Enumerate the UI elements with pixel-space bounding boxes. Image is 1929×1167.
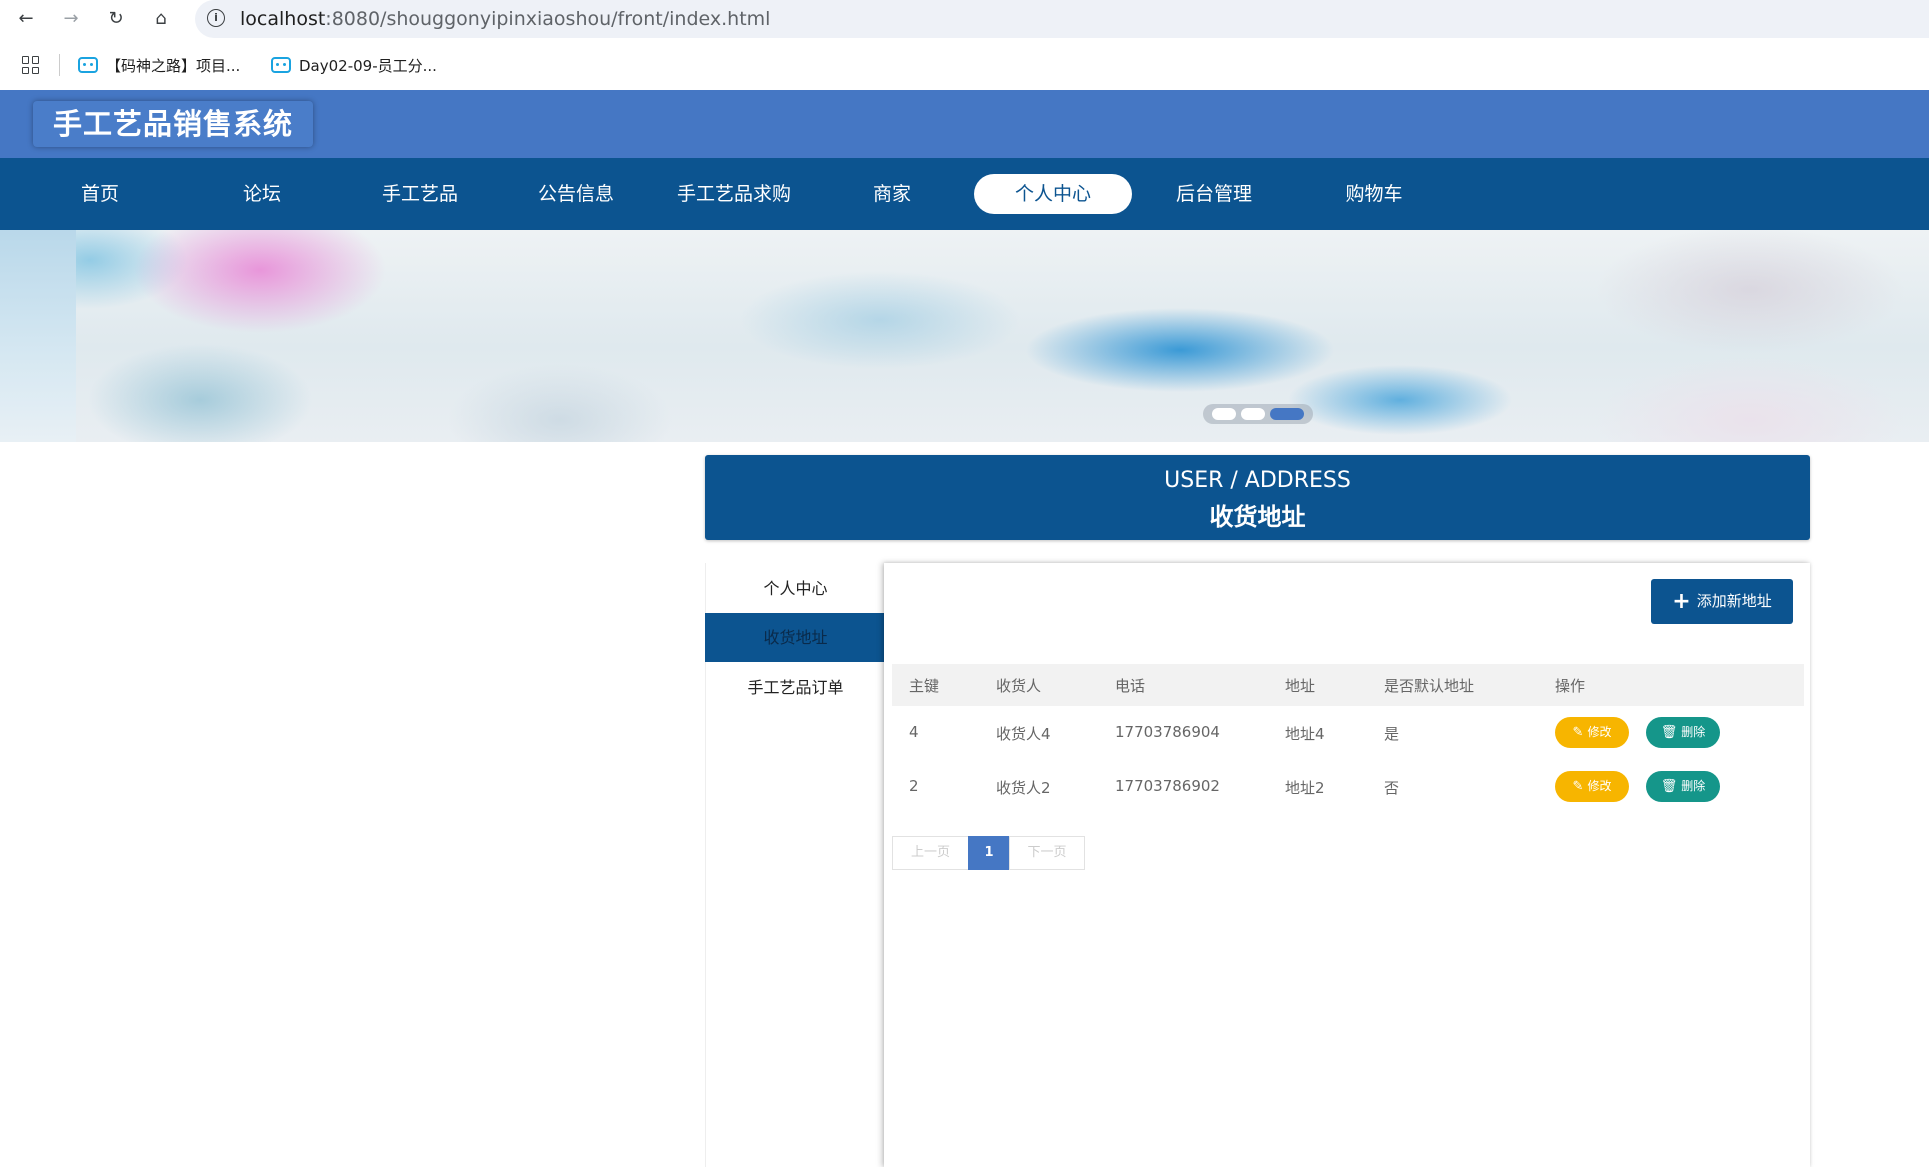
section-title-en: USER / ADDRESS (1164, 468, 1351, 493)
column-header-phone: 电话 (1115, 677, 1146, 695)
nav-admin[interactable]: 后台管理 (1164, 174, 1264, 214)
section-title-zh: 收货地址 (1209, 503, 1306, 531)
bilibili-icon (271, 57, 291, 73)
cell-recipient: 收货人2 (996, 779, 1051, 797)
cell-recipient: 收货人4 (996, 725, 1051, 743)
nav-notices[interactable]: 公告信息 (526, 174, 626, 214)
carousel-dot-active[interactable] (1270, 408, 1304, 420)
delete-label: 删除 (1681, 725, 1706, 739)
column-header-id: 主键 (909, 677, 940, 695)
sidebar-item-address[interactable]: 收货地址 (705, 613, 886, 662)
forward-icon[interactable]: → (59, 7, 83, 31)
cell-phone: 17703786904 (1115, 723, 1220, 741)
site-logo[interactable]: 手工艺品销售系统 (33, 101, 313, 147)
cell-id: 4 (909, 723, 919, 741)
plus-icon: + (1672, 589, 1691, 614)
edit-label: 修改 (1587, 779, 1612, 793)
banner-edge (0, 230, 76, 442)
edit-button[interactable]: ✎ 修改 (1555, 717, 1629, 748)
site-info-icon[interactable]: i (207, 9, 225, 27)
bookmark-label: Day02-09-员工分... (299, 56, 437, 75)
cell-address: 地址4 (1285, 725, 1325, 743)
delete-button[interactable]: 🗑 删除 (1646, 771, 1720, 802)
cell-address: 地址2 (1285, 779, 1325, 797)
trash-icon: 🗑 (1660, 779, 1678, 794)
back-icon[interactable]: ← (14, 7, 38, 31)
bookmark-item[interactable]: 【码神之路】项目... (78, 54, 240, 76)
cell-id: 2 (909, 777, 919, 795)
edit-button[interactable]: ✎ 修改 (1555, 771, 1629, 802)
apps-icon[interactable] (22, 56, 40, 74)
prev-page-button[interactable]: 上一页 (892, 836, 969, 870)
nav-cart[interactable]: 购物车 (1334, 174, 1414, 214)
nav-home[interactable]: 首页 (60, 174, 140, 214)
add-address-label: 添加新地址 (1696, 592, 1772, 610)
cell-default: 否 (1384, 779, 1400, 797)
bilibili-icon (78, 57, 98, 73)
delete-button[interactable]: 🗑 删除 (1646, 717, 1720, 748)
next-page-button[interactable]: 下一页 (1009, 836, 1085, 870)
trash-icon: 🗑 (1660, 725, 1678, 740)
site-title: 手工艺品销售系统 (52, 107, 293, 141)
pencil-icon: ✎ (1572, 779, 1584, 794)
bookmark-item[interactable]: Day02-09-员工分... (271, 54, 437, 76)
banner-carousel (0, 230, 1929, 442)
nav-personal-center[interactable]: 个人中心 (974, 174, 1132, 214)
cell-default: 是 (1384, 725, 1400, 743)
bookmark-separator (59, 54, 60, 76)
delete-label: 删除 (1681, 779, 1706, 793)
column-header-default: 是否默认地址 (1384, 677, 1475, 695)
column-header-recipient: 收货人 (996, 677, 1042, 695)
sidebar-item-orders[interactable]: 手工艺品订单 (705, 663, 886, 712)
reload-icon[interactable]: ↻ (104, 7, 128, 31)
column-header-actions: 操作 (1555, 677, 1586, 695)
nav-merchants[interactable]: 商家 (852, 174, 932, 214)
add-address-button[interactable]: + 添加新地址 (1651, 579, 1793, 624)
column-header-address: 地址 (1285, 677, 1316, 695)
sidebar-item-personal-center[interactable]: 个人中心 (705, 564, 886, 613)
nav-crafts[interactable]: 手工艺品 (370, 174, 470, 214)
nav-craft-requests[interactable]: 手工艺品求购 (674, 174, 794, 214)
carousel-dot[interactable] (1212, 408, 1236, 420)
bookmark-label: 【码神之路】项目... (106, 56, 241, 75)
carousel-dot[interactable] (1241, 408, 1265, 420)
url-text[interactable]: localhost:8080/shouggonyipinxiaoshou/fro… (240, 8, 770, 30)
cell-phone: 17703786902 (1115, 777, 1220, 795)
home-icon[interactable]: ⌂ (149, 7, 173, 31)
nav-forum[interactable]: 论坛 (222, 174, 302, 214)
edit-label: 修改 (1587, 725, 1612, 739)
page-number-current[interactable]: 1 (968, 836, 1010, 870)
pencil-icon: ✎ (1572, 725, 1584, 740)
